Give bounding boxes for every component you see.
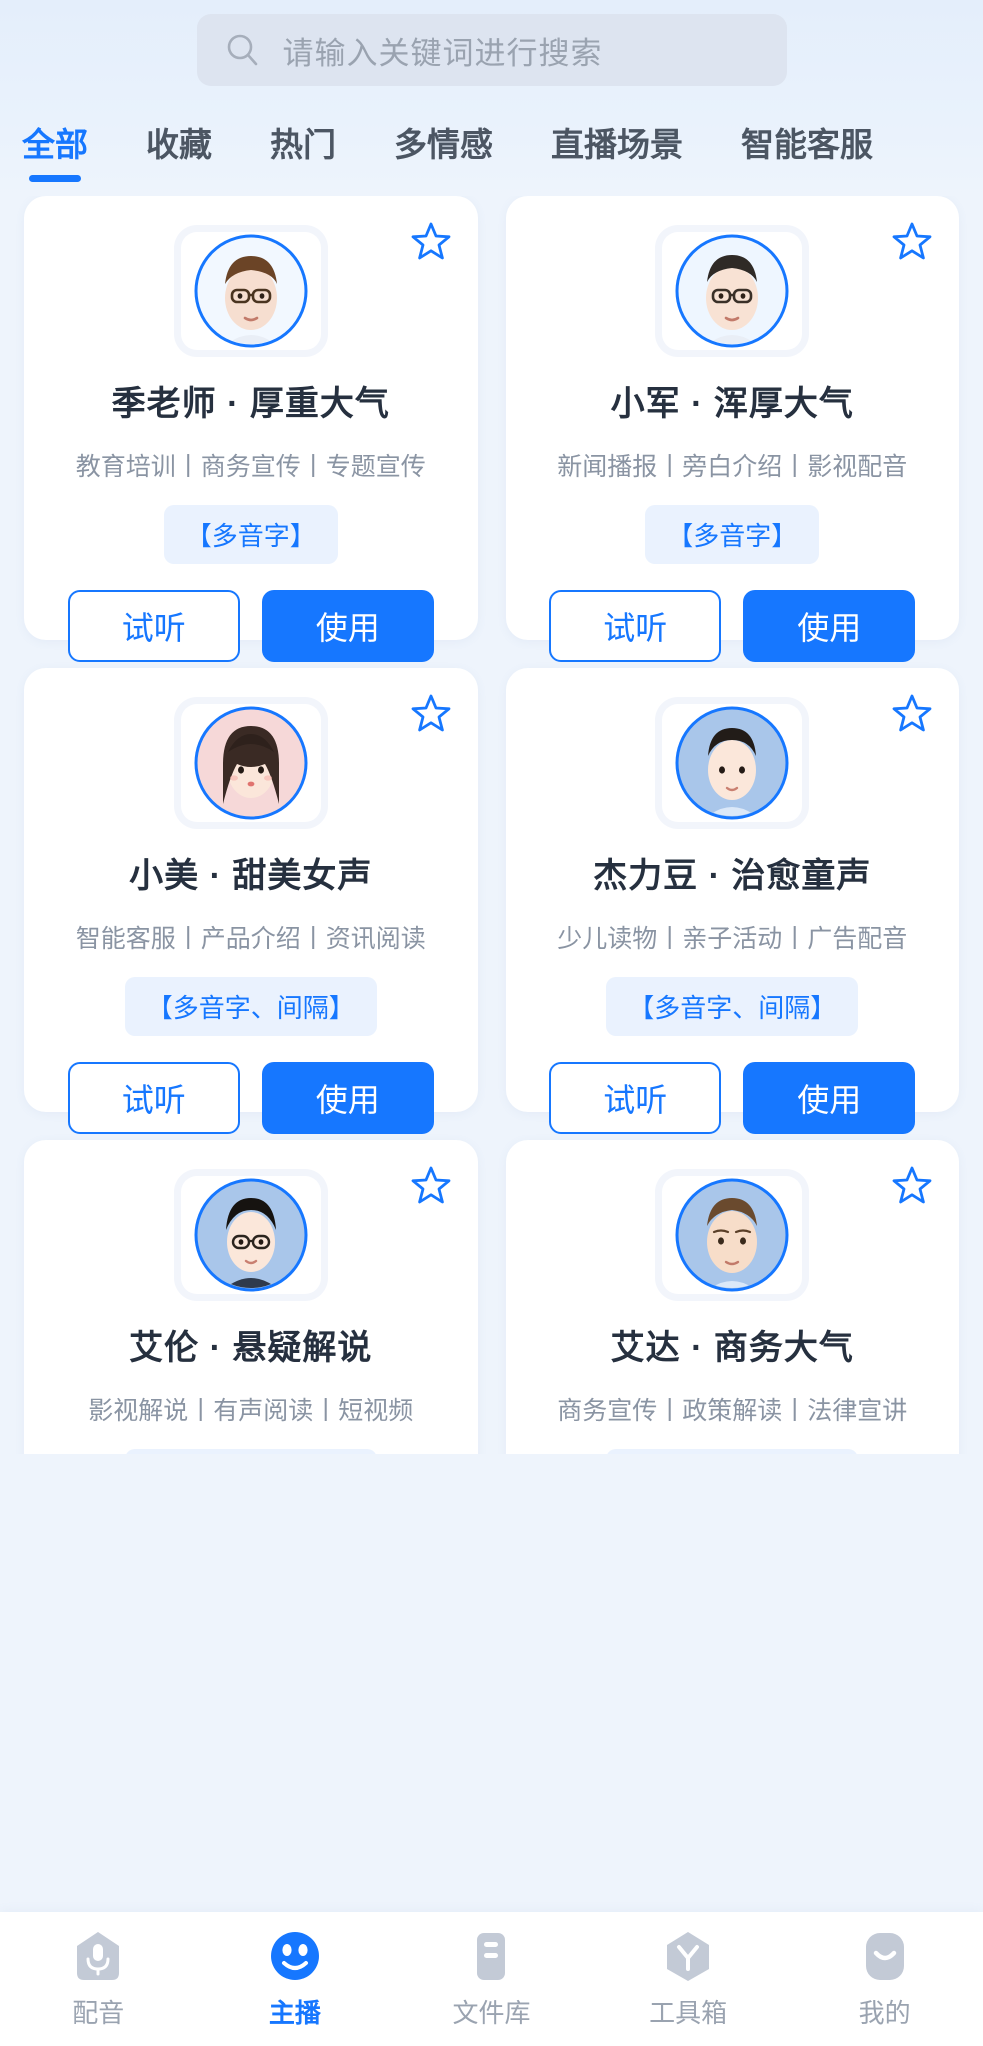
nav-item-toolbox[interactable]: 工具箱 xyxy=(590,1929,787,2030)
voice-card[interactable]: 小军 · 浑厚大气 新闻播报丨旁白介绍丨影视配音 【多音字】 试听 使用 xyxy=(505,196,959,662)
nav-label: 配音 xyxy=(72,1997,125,2028)
voice-name: 杰力豆 · 治愈童声 xyxy=(593,857,872,895)
use-button[interactable]: 使用 xyxy=(743,590,916,662)
tab-favorites[interactable]: 收藏 xyxy=(146,118,212,182)
voice-name: 小军 · 浑厚大气 xyxy=(610,385,854,423)
nav-label: 主播 xyxy=(268,1997,321,2028)
voice-card[interactable]: 小美 · 甜美女声 智能客服丨产品介绍丨资讯阅读 【多音字、间隔】 试听 使用 xyxy=(24,668,478,1134)
feature-badge: 【多音字、间隔】 xyxy=(606,1449,859,1454)
star-outline-icon[interactable] xyxy=(410,220,452,262)
nav-label: 工具箱 xyxy=(649,1997,728,2028)
voice-name: 艾伦 · 悬疑解说 xyxy=(129,1329,373,1367)
star-outline-icon[interactable] xyxy=(410,1164,452,1206)
nav-item-dubbing[interactable]: 配音 xyxy=(0,1929,197,2030)
use-button[interactable]: 使用 xyxy=(743,1062,916,1134)
profile-icon xyxy=(865,1932,904,1980)
use-button[interactable]: 使用 xyxy=(261,1062,434,1134)
smiley-face-icon xyxy=(270,1931,319,1980)
feature-badge: 【多音字、间隔】 xyxy=(124,1449,377,1454)
voice-tags: 商务宣传丨政策解读丨法律宣讲 xyxy=(557,1397,908,1425)
avatar-frame xyxy=(662,704,803,822)
nav-item-mine[interactable]: 我的 xyxy=(786,1929,983,2030)
preview-button[interactable]: 试听 xyxy=(549,590,722,662)
avatar-frame xyxy=(180,1176,321,1294)
tab-label: 直播场景 xyxy=(551,126,683,163)
nav-label: 文件库 xyxy=(452,1997,531,2028)
preview-button[interactable]: 试听 xyxy=(549,1062,722,1134)
search-input[interactable]: 请输入关键词进行搜索 xyxy=(196,14,787,86)
feature-badge: 【多音字、间隔】 xyxy=(124,977,377,1036)
avatar-frame xyxy=(180,704,321,822)
voice-card[interactable]: 艾达 · 商务大气 商务宣传丨政策解读丨法律宣讲 【多音字、间隔】 试听 使用 xyxy=(505,1140,959,1454)
voice-name: 艾达 · 商务大气 xyxy=(610,1329,854,1367)
nav-label: 我的 xyxy=(858,1997,911,2028)
toolbox-icon xyxy=(667,1931,710,1981)
star-outline-icon[interactable] xyxy=(891,1164,933,1206)
card-actions: 试听 使用 xyxy=(528,590,938,662)
voice-card[interactable]: 艾伦 · 悬疑解说 影视解说丨有声阅读丨短视频 【多音字、间隔】 试听 使用 xyxy=(24,1140,478,1454)
tab-label: 全部 xyxy=(22,126,88,163)
card-actions: 试听 使用 xyxy=(46,590,456,662)
feature-badge: 【多音字】 xyxy=(645,505,820,564)
avatar xyxy=(194,1178,308,1292)
tab-all[interactable]: 全部 xyxy=(22,118,88,182)
tab-label: 收藏 xyxy=(146,126,212,163)
tab-hot[interactable]: 热门 xyxy=(270,118,336,182)
voice-tags: 新闻播报丨旁白介绍丨影视配音 xyxy=(557,453,908,481)
voice-tags: 智能客服丨产品介绍丨资讯阅读 xyxy=(75,925,426,953)
voice-card-grid: 季老师 · 厚重大气 教育培训丨商务宣传丨专题宣传 【多音字】 试听 使用 小军… xyxy=(0,196,983,1454)
voice-card[interactable]: 杰力豆 · 治愈童声 少儿读物丨亲子活动丨广告配音 【多音字、间隔】 试听 使用 xyxy=(505,668,959,1134)
search-bar-container: 请输入关键词进行搜索 xyxy=(0,14,983,86)
star-outline-icon[interactable] xyxy=(410,692,452,734)
search-icon xyxy=(227,34,257,66)
file-library-icon xyxy=(477,1932,506,1980)
tab-label: 热门 xyxy=(270,126,336,163)
star-outline-icon[interactable] xyxy=(891,692,933,734)
microphone-icon xyxy=(77,1931,120,1980)
voice-tags: 教育培训丨商务宣传丨专题宣传 xyxy=(75,453,426,481)
voice-tags: 影视解说丨有声阅读丨短视频 xyxy=(88,1397,414,1425)
avatar xyxy=(675,234,789,348)
voice-tags: 少儿读物丨亲子活动丨广告配音 xyxy=(557,925,908,953)
card-actions: 试听 使用 xyxy=(528,1062,938,1134)
voice-name: 小美 · 甜美女声 xyxy=(129,857,373,895)
avatar-frame xyxy=(180,232,321,350)
tab-smart-service[interactable]: 智能客服 xyxy=(741,118,873,182)
bottom-navigation: 配音 主播 文件库 工具箱 我的 xyxy=(0,1912,983,2046)
avatar xyxy=(675,706,789,820)
feature-badge: 【多音字、间隔】 xyxy=(606,977,859,1036)
nav-item-file-library[interactable]: 文件库 xyxy=(393,1929,590,2030)
nav-item-anchor[interactable]: 主播 xyxy=(197,1929,394,2030)
avatar-frame xyxy=(662,1176,803,1294)
feature-badge: 【多音字】 xyxy=(163,505,338,564)
tab-label: 智能客服 xyxy=(741,126,873,163)
card-actions: 试听 使用 xyxy=(46,1062,456,1134)
tab-live-scene[interactable]: 直播场景 xyxy=(551,118,683,182)
app-root: 请输入关键词进行搜索 全部 收藏 热门 多情感 直播场景 智能客服 季老师 · … xyxy=(0,0,983,2046)
avatar xyxy=(194,706,308,820)
tab-label: 多情感 xyxy=(394,126,493,163)
avatar-frame xyxy=(662,232,803,350)
preview-button[interactable]: 试听 xyxy=(67,590,240,662)
avatar xyxy=(194,234,308,348)
voice-card[interactable]: 季老师 · 厚重大气 教育培训丨商务宣传丨专题宣传 【多音字】 试听 使用 xyxy=(24,196,478,662)
search-placeholder-text: 请输入关键词进行搜索 xyxy=(282,35,603,71)
tab-multi-emotion[interactable]: 多情感 xyxy=(394,118,493,182)
star-outline-icon[interactable] xyxy=(891,220,933,262)
voice-name: 季老师 · 厚重大气 xyxy=(111,385,390,423)
category-tabs: 全部 收藏 热门 多情感 直播场景 智能客服 xyxy=(0,118,983,182)
avatar xyxy=(675,1178,789,1292)
preview-button[interactable]: 试听 xyxy=(67,1062,240,1134)
use-button[interactable]: 使用 xyxy=(261,590,434,662)
